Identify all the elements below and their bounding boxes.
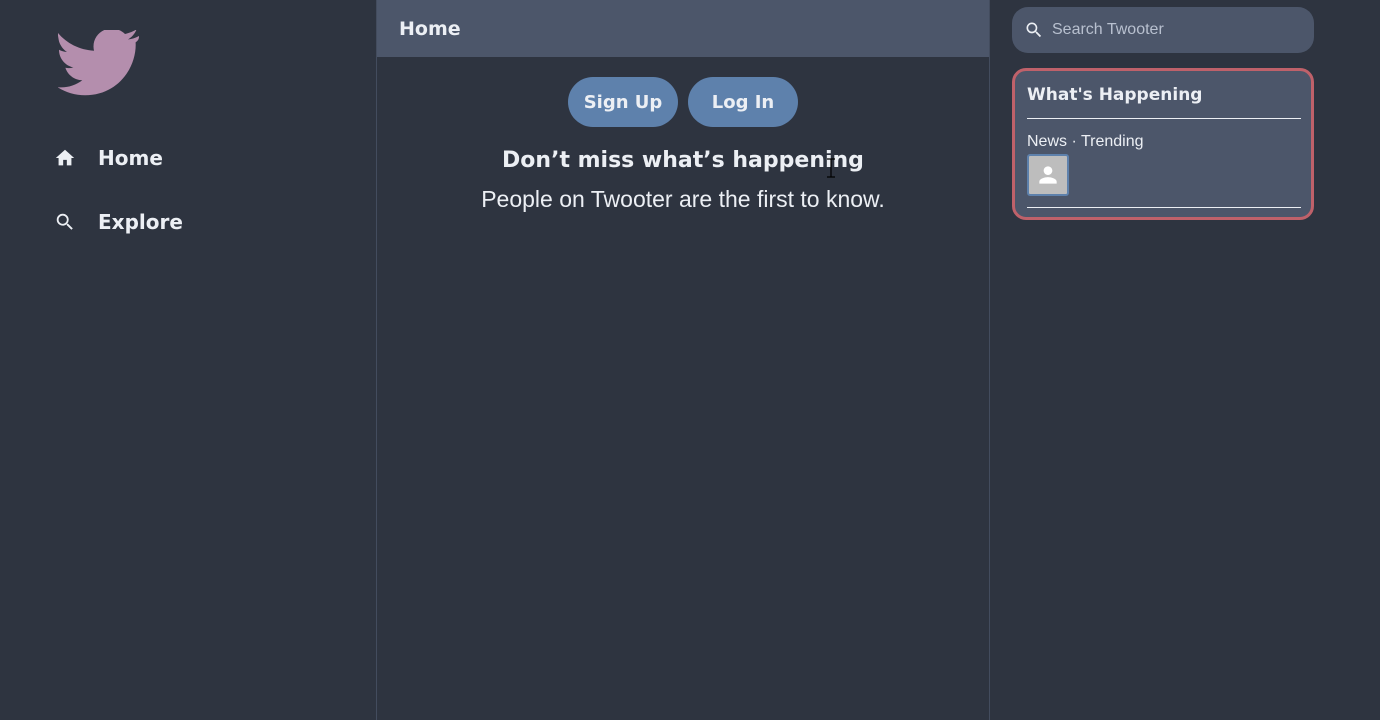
search-icon (1024, 20, 1044, 40)
trend-meta: News · Trending (1027, 133, 1144, 150)
nav-item-home[interactable]: Home (54, 146, 163, 170)
whats-happening-card: What's Happening News · Trending (1012, 68, 1314, 220)
avatar-placeholder-icon[interactable] (1027, 154, 1069, 196)
nav-item-explore[interactable]: Explore (54, 210, 183, 234)
card-title: What's Happening (1027, 85, 1203, 105)
bird-logo-icon[interactable] (57, 28, 140, 98)
divider (1027, 207, 1301, 208)
main-header: Home (377, 0, 989, 57)
nav-item-label: Home (98, 146, 163, 170)
headline: Don’t miss what’s happening (502, 148, 864, 173)
log-in-button[interactable]: Log In (688, 77, 798, 127)
home-icon (54, 147, 76, 169)
search-icon (54, 211, 76, 233)
main-column: Home Sign Up Log In Don’t miss what’s ha… (376, 0, 990, 720)
right-sidebar: What's Happening News · Trending (991, 0, 1380, 720)
page-title: Home (399, 17, 461, 40)
nav-item-label: Explore (98, 210, 183, 234)
search-bar[interactable] (1012, 7, 1314, 53)
text-cursor-icon (826, 158, 836, 178)
divider (1027, 118, 1301, 119)
auth-buttons: Sign Up Log In (377, 77, 989, 127)
subheadline: People on Twooter are the first to know. (481, 186, 885, 212)
sign-up-button[interactable]: Sign Up (568, 77, 678, 127)
left-sidebar: Home Explore (0, 0, 376, 720)
search-input[interactable] (1050, 20, 1304, 40)
